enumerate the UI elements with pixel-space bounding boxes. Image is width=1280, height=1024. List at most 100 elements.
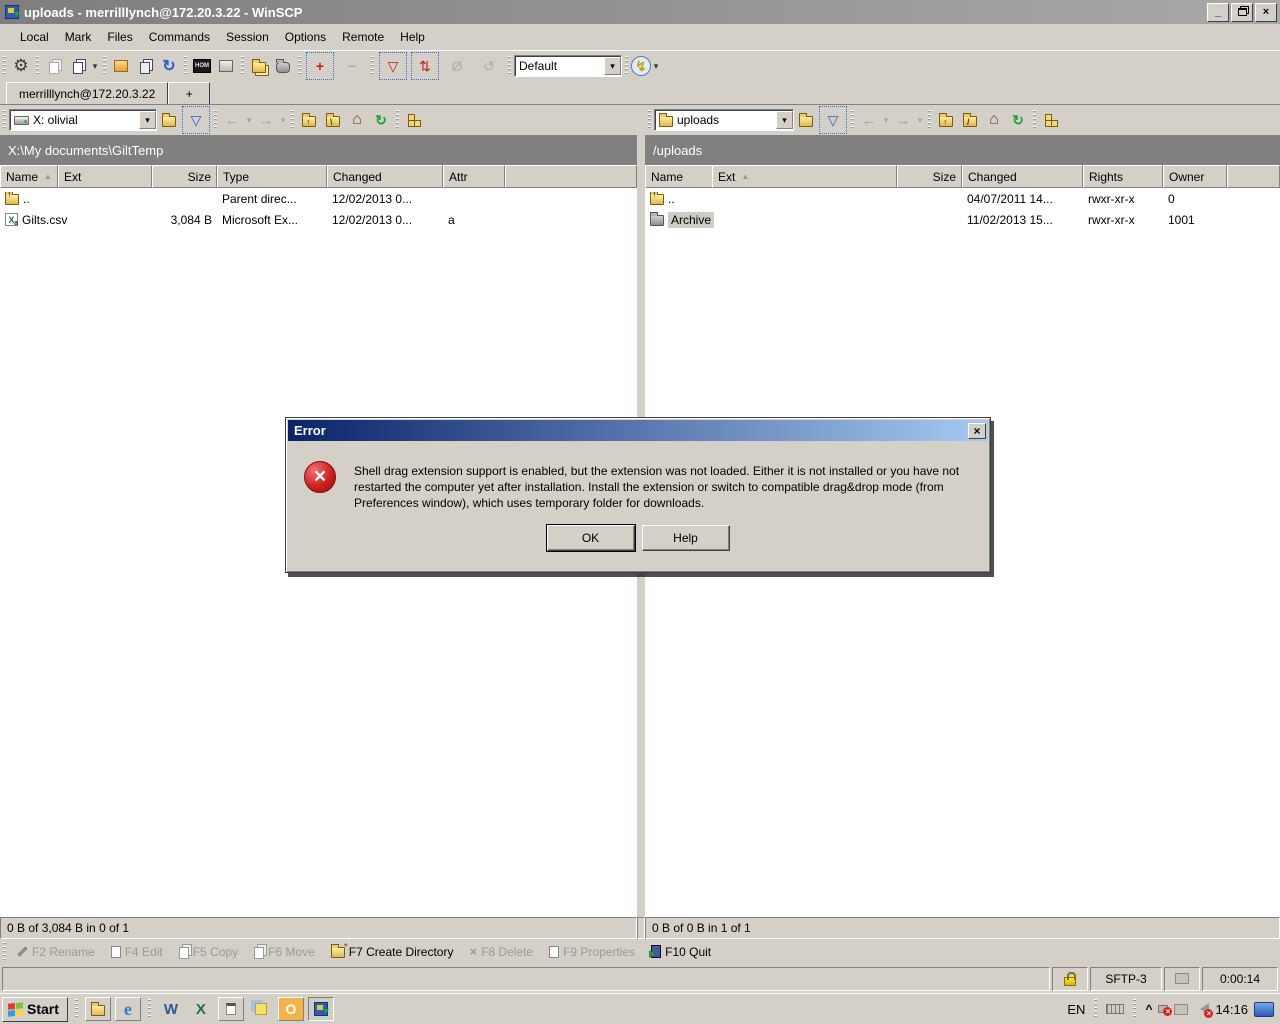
ok-button[interactable]: OK: [547, 525, 635, 551]
toolbar-gripper[interactable]: [214, 110, 217, 130]
winscp-taskbar-icon[interactable]: [308, 997, 334, 1021]
preferences-gear-icon[interactable]: ⚙: [9, 54, 33, 78]
session-tab[interactable]: merrilllynch@172.20.3.22: [6, 82, 168, 104]
compare-directories-icon[interactable]: ⇅: [413, 54, 437, 78]
toolbar-gripper[interactable]: [3, 110, 6, 130]
column-header-size[interactable]: Size: [152, 165, 217, 188]
duplicate-session-icon[interactable]: [66, 54, 90, 78]
column-header-attr[interactable]: Attr: [443, 165, 505, 188]
toolbar-gripper[interactable]: [3, 56, 6, 76]
quicklaunch-folder-icon[interactable]: [85, 997, 111, 1021]
column-header-ext[interactable]: Ext ▲: [712, 165, 897, 188]
menu-commands[interactable]: Commands: [141, 27, 218, 47]
menu-mark[interactable]: Mark: [57, 27, 100, 47]
tray-expand-chevron-icon[interactable]: ^: [1145, 1002, 1152, 1016]
language-indicator[interactable]: EN: [1067, 1002, 1085, 1017]
column-header-type[interactable]: Type: [217, 165, 327, 188]
synchronize-icon[interactable]: [247, 54, 271, 78]
local-path-bar[interactable]: X:\My documents\GiltTemp: [0, 135, 637, 165]
refresh-icon[interactable]: ↻: [157, 54, 181, 78]
duplicate-dropdown-icon[interactable]: ▾: [90, 61, 100, 72]
paste-icon[interactable]: [133, 54, 157, 78]
unselect-all-icon[interactable]: Ø: [445, 54, 469, 78]
toolbar-gripper[interactable]: [928, 110, 931, 130]
table-row[interactable]: XaGilts.csv 3,084 B Microsoft Ex... 12/0…: [0, 209, 637, 230]
tray-clock[interactable]: 14:16: [1215, 1002, 1248, 1017]
back-dropdown-icon[interactable]: ▾: [881, 115, 891, 126]
fkey-f6-move[interactable]: F6 Move: [246, 941, 323, 963]
security-alert-flag-icon[interactable]: [1158, 1005, 1168, 1013]
column-header-name[interactable]: Name: [645, 165, 712, 188]
open-directory-icon[interactable]: [157, 108, 181, 132]
minimize-button[interactable]: _: [1207, 3, 1229, 22]
console-hom-icon[interactable]: HOM: [190, 54, 214, 78]
menu-local[interactable]: Local: [12, 27, 57, 47]
fkey-f9-properties[interactable]: F9 Properties: [541, 941, 643, 963]
network-tray-icon[interactable]: [1174, 1004, 1188, 1015]
tree-view-icon[interactable]: [402, 108, 426, 132]
home-directory-icon[interactable]: ⌂: [345, 108, 369, 132]
combo-dropdown-icon[interactable]: ▾: [604, 57, 621, 75]
restore-selection-icon[interactable]: ↺: [477, 54, 501, 78]
excel-icon[interactable]: X: [188, 997, 214, 1021]
transfer-preset-combo[interactable]: Default ▾: [514, 55, 622, 77]
help-button[interactable]: Help: [642, 525, 730, 551]
fkey-f8-delete[interactable]: × F8 Delete: [461, 941, 541, 963]
toolbar-gripper[interactable]: [241, 56, 244, 76]
remote-filter-icon[interactable]: ▽: [821, 108, 845, 132]
forward-dropdown-icon[interactable]: ▾: [278, 115, 288, 126]
toolbar-gripper[interactable]: [298, 56, 301, 76]
word-icon[interactable]: W: [158, 997, 184, 1021]
refresh-directory-icon[interactable]: ↻: [369, 108, 393, 132]
forward-icon[interactable]: →: [891, 108, 915, 132]
menu-options[interactable]: Options: [277, 27, 334, 47]
new-session-tab[interactable]: +: [168, 82, 210, 104]
toolbar-gripper[interactable]: [184, 56, 187, 76]
outlook-icon[interactable]: O: [278, 997, 304, 1021]
back-icon[interactable]: ←: [857, 108, 881, 132]
root-directory-icon[interactable]: \: [321, 108, 345, 132]
fkey-f5-copy[interactable]: F5 Copy: [171, 941, 246, 963]
local-filter-icon[interactable]: ▽: [184, 108, 208, 132]
table-row[interactable]: ↑.. Parent direc... 12/02/2013 0...: [0, 188, 637, 209]
transfer-settings-icon[interactable]: ↯: [631, 56, 651, 76]
forward-dropdown-icon[interactable]: ▾: [915, 115, 925, 126]
stored-sessions-icon[interactable]: [42, 54, 66, 78]
menu-files[interactable]: Files: [99, 27, 140, 47]
combo-dropdown-icon[interactable]: ▾: [776, 111, 793, 129]
volume-muted-icon[interactable]: [1194, 1003, 1209, 1015]
close-button[interactable]: ×: [1255, 3, 1277, 22]
menu-remote[interactable]: Remote: [334, 27, 392, 47]
table-row[interactable]: ↑.. 04/07/2011 14... rwxr-xr-x 0: [645, 188, 1280, 209]
column-header-rights[interactable]: Rights: [1083, 165, 1163, 188]
toolbar-gripper[interactable]: [625, 56, 628, 76]
notes-icon[interactable]: [248, 997, 274, 1021]
find-files-icon[interactable]: [271, 54, 295, 78]
local-drive-combo[interactable]: X: olivial ▾: [9, 109, 157, 131]
menu-help[interactable]: Help: [392, 27, 433, 47]
table-row-selected[interactable]: Archive 11/02/2013 15... rwxr-xr-x 1001: [645, 209, 1280, 230]
keyboard-icon[interactable]: [1106, 1004, 1124, 1014]
parent-directory-icon[interactable]: ↑: [297, 108, 321, 132]
home-directory-icon[interactable]: ⌂: [982, 108, 1006, 132]
fkey-f2-rename[interactable]: F2 Rename: [9, 941, 103, 963]
menu-session[interactable]: Session: [218, 27, 277, 47]
refresh-directory-icon[interactable]: ↻: [1006, 108, 1030, 132]
remote-path-bar[interactable]: /uploads: [645, 135, 1280, 165]
forward-icon[interactable]: →: [254, 108, 278, 132]
toolbar-gripper[interactable]: [291, 110, 294, 130]
taskbar-gripper[interactable]: [148, 999, 151, 1019]
package-icon[interactable]: [109, 54, 133, 78]
remote-directory-combo[interactable]: uploads ▾: [654, 109, 794, 131]
transfer-settings-dropdown-icon[interactable]: ▾: [651, 61, 661, 72]
toolbar-gripper[interactable]: [508, 56, 511, 76]
toolbar-gripper[interactable]: [851, 110, 854, 130]
column-header-size[interactable]: Size: [897, 165, 962, 188]
root-directory-icon[interactable]: /: [958, 108, 982, 132]
dialog-close-button[interactable]: ×: [968, 423, 986, 439]
combo-dropdown-icon[interactable]: ▾: [139, 111, 156, 129]
window-app-icon[interactable]: [218, 997, 244, 1021]
toolbar-gripper[interactable]: [3, 942, 6, 962]
column-header-name[interactable]: Name ▲: [0, 165, 58, 188]
unselect-icon[interactable]: −: [340, 54, 364, 78]
